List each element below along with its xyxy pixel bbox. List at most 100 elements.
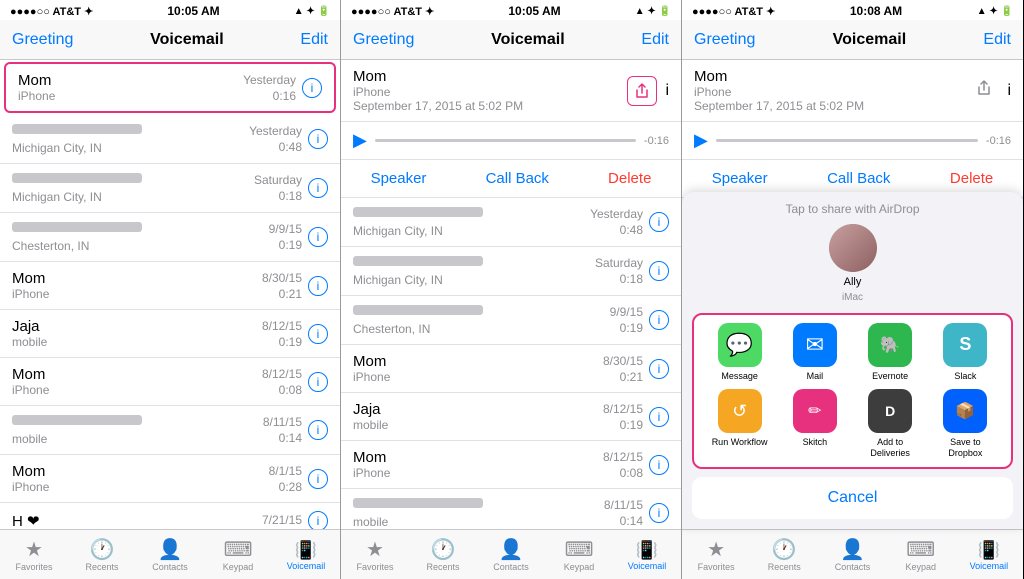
greeting-btn-1[interactable]: Greeting: [12, 31, 73, 49]
vm-duration: 0:18: [620, 272, 643, 286]
callback-button[interactable]: Call Back: [486, 170, 549, 187]
list-item[interactable]: Mom iPhone 8/12/15 0:08 i: [0, 358, 340, 406]
info-btn[interactable]: i: [649, 407, 669, 427]
info-btn-selected[interactable]: i: [302, 78, 322, 98]
list-item[interactable]: Mom iPhone 8/12/15 0:08 i: [341, 441, 681, 489]
mail-icon: ✉: [793, 323, 837, 367]
app-evernote[interactable]: 🐘 Evernote: [860, 323, 920, 382]
info-btn[interactable]: i: [308, 324, 328, 344]
info-btn[interactable]: i: [649, 261, 669, 281]
list-item[interactable]: Mom iPhone 8/30/15 0:21 i: [0, 262, 340, 310]
info-btn-detail[interactable]: i: [665, 82, 669, 100]
tab-keypad-2[interactable]: ⌨ Keypad: [545, 540, 613, 572]
greeting-btn-2[interactable]: Greeting: [353, 31, 414, 49]
time-end-3: -0:16: [986, 135, 1011, 147]
info-btn[interactable]: i: [649, 455, 669, 475]
play-button-3[interactable]: ▶: [694, 130, 708, 151]
delete-button[interactable]: Delete: [608, 170, 651, 187]
info-btn-detail-3[interactable]: i: [1007, 82, 1011, 100]
detail-header-3: Mom iPhone September 17, 2015 at 5:02 PM…: [682, 60, 1023, 122]
tab-favorites-2[interactable]: ★ Favorites: [341, 540, 409, 572]
tab-recents[interactable]: 🕐 Recents: [68, 540, 136, 572]
app-mail[interactable]: ✉ Mail: [785, 323, 845, 382]
list-item[interactable]: Michigan City, IN Saturday 0:18 i: [0, 164, 340, 213]
tab-voicemail-2[interactable]: 📳 Voicemail: [613, 541, 681, 571]
app-label: Mail: [807, 371, 824, 382]
airdrop-contact[interactable]: Ally iMac: [829, 224, 877, 303]
list-item[interactable]: mobile 8/11/15 0:14 i: [0, 406, 340, 455]
list-item[interactable]: mobile 8/11/15 0:14 i: [341, 489, 681, 529]
callback-button-3[interactable]: Call Back: [827, 170, 890, 187]
vm-right: Saturday 0:18: [595, 256, 643, 286]
progress-track[interactable]: [375, 139, 636, 142]
info-btn[interactable]: i: [649, 310, 669, 330]
action-row: Speaker Call Back Delete: [341, 160, 681, 198]
app-slack[interactable]: S Slack: [935, 323, 995, 382]
tab-contacts-3[interactable]: 👤 Contacts: [818, 540, 886, 572]
speaker-button-3[interactable]: Speaker: [712, 170, 768, 187]
airdrop-contact-name: Ally: [844, 276, 862, 288]
app-workflow[interactable]: ↺ Run Workflow: [710, 389, 770, 459]
airdrop-title: Tap to share with AirDrop: [682, 192, 1023, 224]
speaker-button[interactable]: Speaker: [371, 170, 427, 187]
list-item[interactable]: H ❤ 7/21/15 i: [0, 503, 340, 529]
app-message[interactable]: 💬 Message: [710, 323, 770, 382]
info-btn[interactable]: i: [308, 372, 328, 392]
tab-recents-3[interactable]: 🕐 Recents: [750, 540, 818, 572]
tab-favorites[interactable]: ★ Favorites: [0, 540, 68, 572]
tab-label: Keypad: [905, 562, 936, 572]
info-btn[interactable]: i: [308, 178, 328, 198]
info-btn[interactable]: i: [649, 503, 669, 523]
vm-right: Yesterday 0:16: [243, 73, 296, 103]
progress-track-3[interactable]: [716, 139, 978, 142]
list-item[interactable]: Michigan City, IN Yesterday 0:48 i: [341, 198, 681, 247]
tab-contacts[interactable]: 👤 Contacts: [136, 540, 204, 572]
vm-date: 8/12/15: [262, 367, 302, 381]
app-skitch[interactable]: ✏ Skitch: [785, 389, 845, 459]
delete-button-3[interactable]: Delete: [950, 170, 993, 187]
edit-btn-3[interactable]: Edit: [983, 31, 1011, 49]
tab-recents-2[interactable]: 🕐 Recents: [409, 540, 477, 572]
vm-date: 7/21/15: [262, 513, 302, 527]
list-item[interactable]: Mom iPhone 8/30/15 0:21 i: [341, 345, 681, 393]
tab-voicemail[interactable]: 📳 Voicemail: [272, 541, 340, 571]
list-item[interactable]: Chesterton, IN 9/9/15 0:19 i: [0, 213, 340, 262]
cancel-button[interactable]: Cancel: [692, 477, 1013, 519]
favorites-icon-3: ★: [707, 540, 725, 560]
vm-sub: iPhone: [353, 370, 603, 384]
list-item[interactable]: Chesterton, IN 9/9/15 0:19 i: [341, 296, 681, 345]
info-btn[interactable]: i: [649, 359, 669, 379]
tab-keypad-3[interactable]: ⌨ Keypad: [887, 540, 955, 572]
favorites-icon-2: ★: [366, 540, 384, 560]
info-btn[interactable]: i: [649, 212, 669, 232]
tab-voicemail-3[interactable]: 📳 Voicemail: [955, 541, 1023, 571]
tab-favorites-3[interactable]: ★ Favorites: [682, 540, 750, 572]
app-deliveries[interactable]: D Add to Deliveries: [860, 389, 920, 459]
greeting-btn-3[interactable]: Greeting: [694, 31, 755, 49]
edit-btn-1[interactable]: Edit: [300, 31, 328, 49]
vm-item-selected[interactable]: Mom iPhone Yesterday 0:16 i: [4, 62, 336, 113]
info-btn[interactable]: i: [308, 227, 328, 247]
share-button[interactable]: [627, 76, 657, 106]
vm-duration: 0:28: [279, 480, 302, 494]
app-dropbox[interactable]: 📦 Save to Dropbox: [935, 389, 995, 459]
list-item[interactable]: Jaja mobile 8/12/15 0:19 i: [341, 393, 681, 441]
tab-keypad[interactable]: ⌨ Keypad: [204, 540, 272, 572]
list-item[interactable]: Jaja mobile 8/12/15 0:19 i: [0, 310, 340, 358]
info-btn[interactable]: i: [308, 129, 328, 149]
status-bar-3: ●●●●○○ AT&T ✦ 10:08 AM ▲ ✦ 🔋: [682, 0, 1023, 20]
list-item[interactable]: Mom iPhone 8/1/15 0:28 i: [0, 455, 340, 503]
list-item[interactable]: Michigan City, IN Yesterday 0:48 i: [0, 115, 340, 164]
play-button[interactable]: ▶: [353, 130, 367, 151]
info-btn[interactable]: i: [308, 276, 328, 296]
info-btn[interactable]: i: [308, 511, 328, 529]
info-btn[interactable]: i: [308, 469, 328, 489]
list-item[interactable]: Michigan City, IN Saturday 0:18 i: [341, 247, 681, 296]
edit-btn-2[interactable]: Edit: [641, 31, 669, 49]
info-btn[interactable]: i: [308, 420, 328, 440]
tab-contacts-2[interactable]: 👤 Contacts: [477, 540, 545, 572]
time-2: 10:05 AM: [508, 4, 560, 18]
nav-bar-1: Greeting Voicemail Edit: [0, 20, 340, 60]
tab-label: Favorites: [356, 562, 393, 572]
vm-sub: mobile: [353, 515, 604, 529]
